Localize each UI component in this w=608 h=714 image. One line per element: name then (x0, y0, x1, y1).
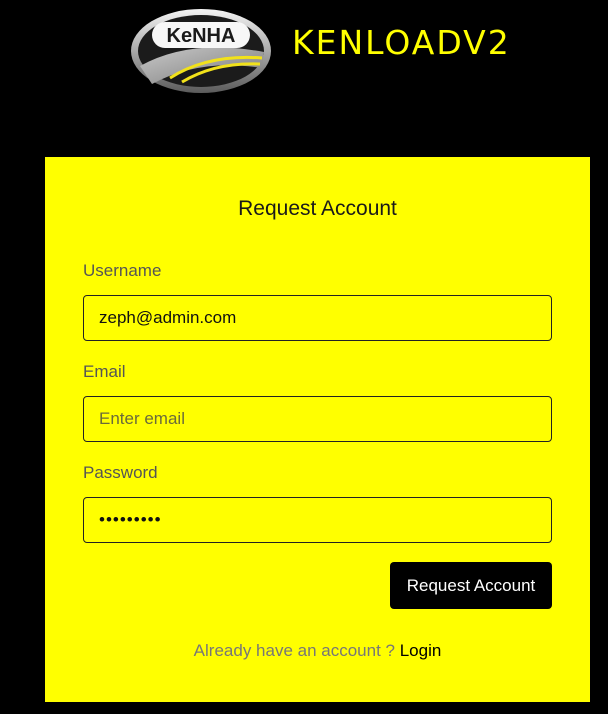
username-input[interactable] (83, 295, 552, 341)
login-prompt: Already have an account ? Login (45, 641, 590, 661)
password-input[interactable] (83, 497, 552, 543)
email-label: Email (83, 362, 126, 381)
page-header: KeNHA KENLOADV2 (0, 0, 608, 110)
login-prompt-text: Already have an account ? (193, 641, 400, 660)
password-label: Password (83, 463, 158, 482)
kenha-logo-icon: KeNHA (131, 9, 271, 93)
request-account-card: Request Account Username Email Password … (45, 157, 590, 702)
form-title: Request Account (238, 197, 397, 220)
brand-name: KENLOADV2 (292, 23, 511, 62)
login-link[interactable]: Login (400, 641, 442, 660)
email-input[interactable] (83, 396, 552, 442)
username-label: Username (83, 261, 162, 280)
kenha-logo: KeNHA (130, 8, 272, 94)
logo-text: KeNHA (167, 25, 236, 47)
request-account-button[interactable]: Request Account (390, 562, 552, 609)
